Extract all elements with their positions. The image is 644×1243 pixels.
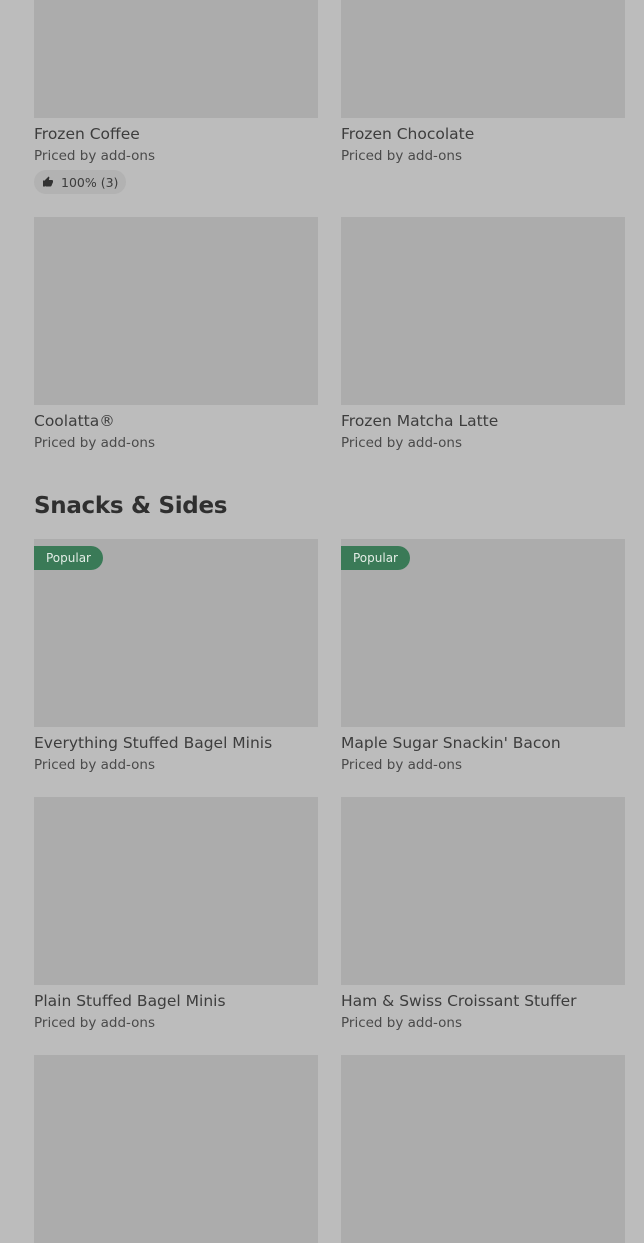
item-name: Ham & Swiss Croissant Stuffer [341, 992, 577, 1010]
menu-item-maple-sugar-snackin-bacon[interactable]: Popular Maple Sugar Snackin' Bacon Price… [341, 539, 625, 775]
item-price: Priced by add-ons [341, 757, 463, 773]
item-image-placeholder [34, 797, 318, 985]
item-name: Maple Sugar Snackin' Bacon [341, 734, 561, 752]
item-image-placeholder [341, 0, 625, 118]
item-image-placeholder [34, 1055, 318, 1243]
item-name: Frozen Matcha Latte [341, 412, 499, 430]
menu-item-frozen-coffee[interactable]: Frozen Coffee Priced by add-ons 100% (3) [34, 0, 318, 194]
menu-item-everything-stuffed-bagel-minis[interactable]: Popular Everything Stuffed Bagel Minis P… [34, 539, 318, 775]
menu-item-frozen-matcha-latte[interactable]: Frozen Matcha Latte Priced by add-ons [341, 217, 625, 453]
item-image-placeholder [34, 0, 318, 118]
item-image-placeholder [341, 217, 625, 405]
item-price: Priced by add-ons [34, 757, 156, 773]
section-title-snacks-sides: Snacks & Sides [34, 493, 228, 519]
item-price: Priced by add-ons [341, 148, 463, 164]
item-image-placeholder [341, 797, 625, 985]
menu-item-partial[interactable] [34, 1055, 318, 1243]
item-price: Priced by add-ons [341, 1015, 463, 1031]
item-image-placeholder [341, 1055, 625, 1243]
popular-badge: Popular [341, 546, 410, 570]
item-name: Plain Stuffed Bagel Minis [34, 992, 226, 1010]
rating-text: 100% (3) [61, 174, 119, 190]
item-name: Frozen Chocolate [341, 125, 475, 143]
thumbs-up-icon [43, 176, 53, 187]
menu-item-plain-stuffed-bagel-minis[interactable]: Plain Stuffed Bagel Minis Priced by add-… [34, 797, 318, 1033]
item-price: Priced by add-ons [341, 435, 463, 451]
item-image-placeholder [34, 217, 318, 405]
menu-item-frozen-chocolate[interactable]: Frozen Chocolate Priced by add-ons [341, 0, 625, 166]
item-image-placeholder: Popular [34, 539, 318, 727]
menu-item-ham-swiss-croissant-stuffer[interactable]: Ham & Swiss Croissant Stuffer Priced by … [341, 797, 625, 1033]
item-name: Frozen Coffee [34, 125, 140, 143]
item-image-placeholder: Popular [341, 539, 625, 727]
item-name: Coolatta® [34, 412, 115, 430]
rating-badge: 100% (3) [34, 170, 127, 194]
item-price: Priced by add-ons [34, 148, 156, 164]
menu-item-partial[interactable] [341, 1055, 625, 1243]
popular-badge: Popular [34, 546, 103, 570]
menu-item-coolatta[interactable]: Coolatta® Priced by add-ons [34, 217, 318, 453]
item-price: Priced by add-ons [34, 1015, 156, 1031]
item-name: Everything Stuffed Bagel Minis [34, 734, 273, 752]
item-price: Priced by add-ons [34, 435, 156, 451]
